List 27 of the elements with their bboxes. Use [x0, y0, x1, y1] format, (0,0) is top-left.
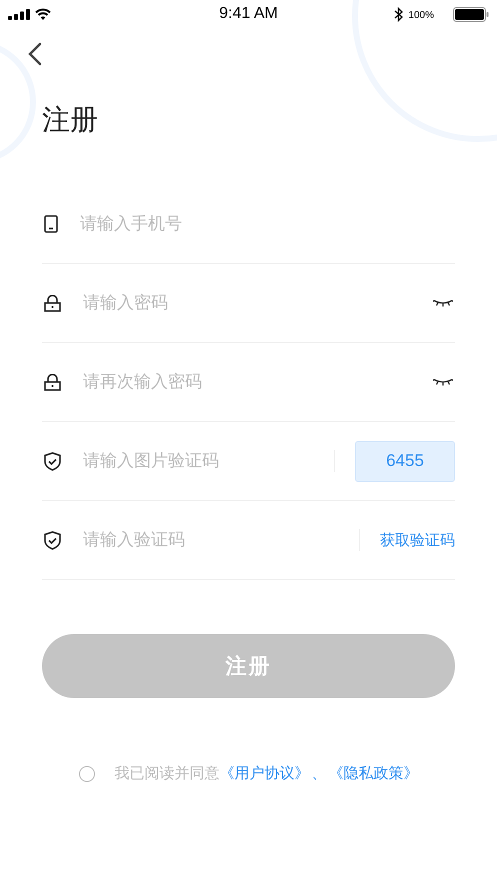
battery-icon — [452, 6, 489, 22]
separator-text: 、 — [312, 764, 326, 783]
input-field[interactable]: 请输入密码 — [83, 293, 433, 313]
input-field[interactable]: 请输入验证码 — [83, 530, 359, 550]
input-field[interactable]: 请输入手机号 — [80, 214, 455, 234]
shield-check-icon — [44, 530, 61, 550]
policy-link[interactable]: 《隐私政策》 — [328, 764, 418, 783]
agree-radio[interactable] — [78, 766, 94, 782]
page-title: 注册 — [42, 102, 99, 138]
lock-icon — [44, 294, 61, 312]
closed-eye-icon[interactable] — [433, 299, 453, 307]
get-code-link[interactable]: 获取验证码 — [380, 530, 455, 550]
captcha-image[interactable]: 6455 — [355, 440, 455, 482]
closed-eye-icon[interactable] — [433, 378, 453, 386]
phone-icon — [44, 215, 58, 233]
input-field[interactable]: 请再次输入密码 — [83, 372, 433, 392]
shield-check-icon — [44, 452, 61, 470]
bluetooth-icon — [394, 6, 404, 22]
input-field[interactable]: 请输入图片验证码 — [83, 451, 334, 471]
battery-percentage: 100% — [408, 10, 434, 20]
lock-icon — [44, 374, 61, 390]
back-chevron-icon — [28, 42, 42, 66]
policy-link[interactable]: 《用户协议》 — [220, 764, 310, 783]
clock-time: 9:41 AM — [219, 5, 278, 23]
wifi-icon — [35, 8, 51, 20]
signal-icon — [8, 8, 30, 20]
agreement-text: 我已阅读并同意 — [114, 764, 220, 783]
